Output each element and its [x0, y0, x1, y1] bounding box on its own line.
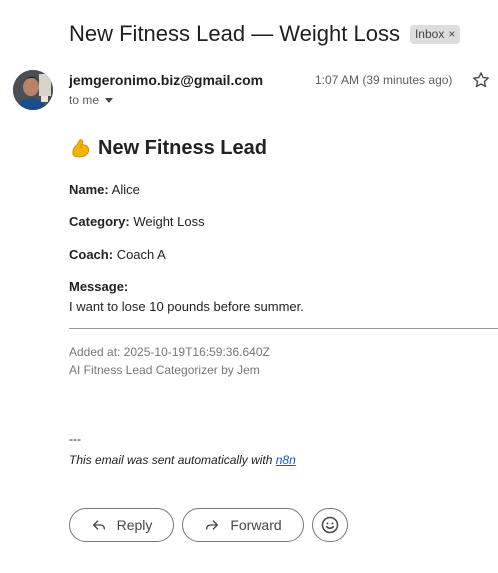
subject-row: New Fitness Lead — Weight Loss Inbox × — [69, 21, 461, 47]
added-at-timestamp: Added at: 2025-10-19T16:59:36.640Z — [69, 345, 270, 359]
chevron-down-icon — [105, 97, 114, 103]
field-value: Coach A — [116, 247, 166, 262]
signature-line: This email was sent automatically with n… — [69, 453, 296, 467]
reply-icon — [92, 520, 105, 530]
field-value: Alice — [111, 182, 140, 197]
field-label: Category: — [69, 214, 130, 229]
flexed-biceps-icon — [72, 139, 90, 158]
sender-email[interactable]: jemgeronimo.biz@gmail.com — [69, 72, 263, 88]
message-text: I want to lose 10 pounds before summer. — [69, 299, 304, 314]
forward-icon — [206, 520, 219, 530]
reply-button[interactable]: Reply — [69, 508, 174, 542]
field-label: Coach: — [69, 247, 114, 262]
message-label: Message: — [69, 279, 128, 294]
forward-label: Forward — [230, 517, 282, 533]
n8n-link[interactable]: n8n — [276, 453, 296, 467]
credit-line: AI Fitness Lead Categorizer by Jem — [69, 363, 260, 377]
field-category: Category: Weight Loss — [69, 214, 205, 229]
message-label-text: Message: — [69, 279, 129, 294]
recipient-text: to me — [69, 93, 100, 107]
emoji-reaction-button[interactable] — [312, 508, 348, 542]
message-heading: New Fitness Lead — [69, 136, 267, 160]
email-subject: New Fitness Lead — Weight Loss — [69, 21, 400, 46]
field-value: Weight Loss — [133, 214, 205, 229]
sender-avatar[interactable] — [13, 70, 53, 110]
inbox-label-chip[interactable]: Inbox × — [409, 24, 461, 44]
field-label: Name: — [69, 182, 109, 197]
message-time: 1:07 AM (39 minutes ago) — [315, 73, 453, 87]
smiley-icon — [321, 516, 339, 534]
field-coach: Coach: Coach A — [69, 247, 166, 262]
inbox-label-text: Inbox — [414, 26, 445, 41]
signature-text: This email was sent automatically with — [69, 453, 276, 467]
forward-button[interactable]: Forward — [182, 508, 304, 542]
field-name: Name: Alice — [69, 182, 140, 197]
star-icon[interactable] — [471, 70, 491, 90]
divider — [69, 328, 498, 329]
reply-label: Reply — [116, 517, 153, 533]
remove-label-icon[interactable]: × — [448, 27, 455, 42]
recipient-details-toggle[interactable]: to me — [69, 93, 114, 107]
signature-separator: --- — [69, 432, 81, 446]
heading-text: New Fitness Lead — [98, 136, 267, 159]
